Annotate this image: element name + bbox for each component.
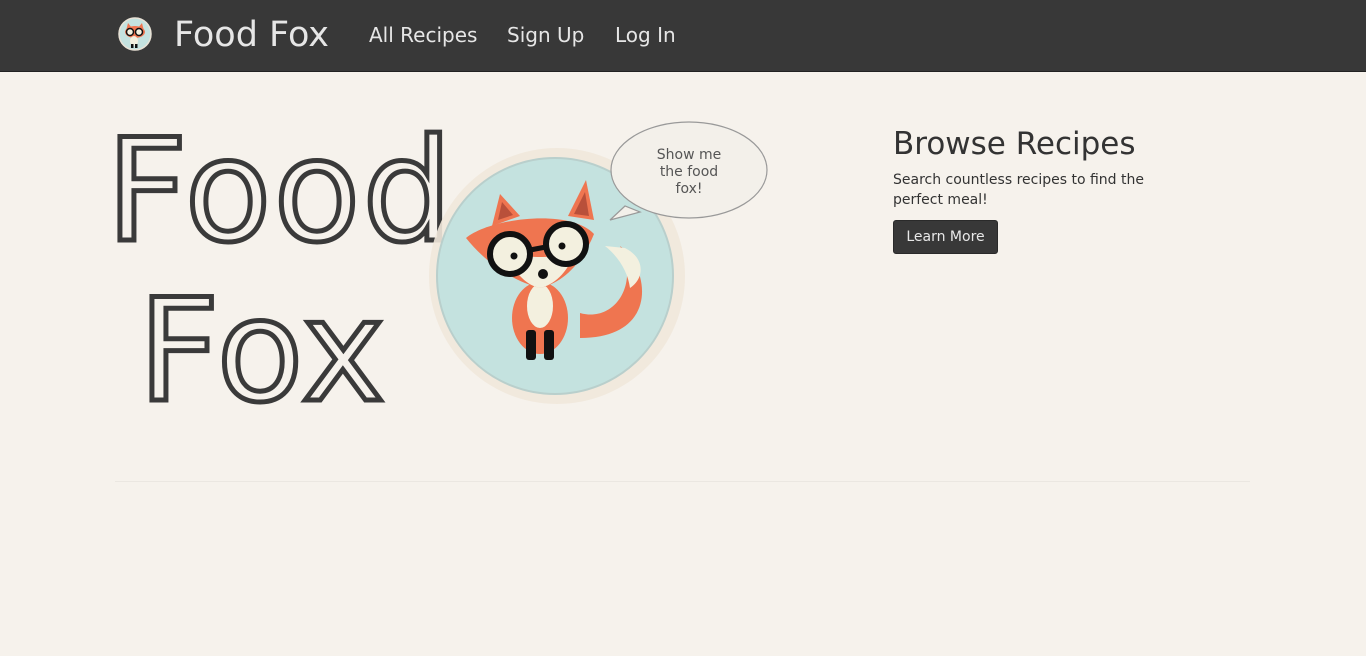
nav-link-all-recipes[interactable]: All Recipes <box>369 22 477 48</box>
navbar: Food Fox All Recipes Sign Up Log In <box>0 0 1366 72</box>
browse-recipes-heading: Browse Recipes <box>893 126 1136 162</box>
speech-bubble-line-1: Show me <box>657 147 721 163</box>
logo-word-food: Food <box>106 109 455 274</box>
hero-logo: Food Fox Show me the food fox! <box>100 107 800 437</box>
nav-link-log-in[interactable]: Log In <box>615 22 676 48</box>
section-divider <box>115 481 1250 482</box>
brand-link[interactable]: Food Fox <box>174 13 329 57</box>
learn-more-button[interactable]: Learn More <box>893 220 998 254</box>
speech-bubble-line-3: fox! <box>676 181 703 197</box>
fox-logo-icon[interactable] <box>118 17 152 51</box>
speech-bubble-line-2: the food <box>660 164 718 180</box>
browse-recipes-description: Search countless recipes to find the per… <box>893 172 1144 208</box>
nav-link-sign-up[interactable]: Sign Up <box>507 22 584 48</box>
logo-word-fox: Fox <box>138 269 387 418</box>
